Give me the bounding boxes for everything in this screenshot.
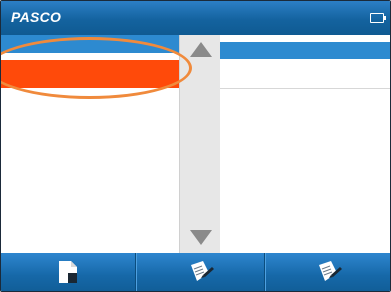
title-bar: PASCO	[1, 1, 390, 35]
toolbar-button-edit-2[interactable]	[265, 253, 390, 291]
list-header	[1, 35, 179, 53]
file-edit-icon	[313, 259, 343, 285]
triangle-down-icon[interactable]	[190, 230, 212, 245]
content-panel	[220, 35, 390, 253]
file-edit-icon	[185, 259, 215, 285]
list-panel	[1, 35, 180, 253]
list-item-selected[interactable]	[1, 60, 179, 88]
device-screen: PASCO	[0, 0, 391, 292]
document-icon	[56, 259, 80, 285]
bottom-toolbar	[1, 253, 390, 291]
content-row-divider	[220, 88, 390, 89]
toolbar-button-document[interactable]	[1, 253, 135, 291]
battery-icon	[370, 13, 386, 23]
brand-logo: PASCO	[11, 9, 62, 25]
scrollbar[interactable]	[180, 35, 220, 253]
triangle-up-icon[interactable]	[190, 42, 212, 57]
toolbar-button-edit-1[interactable]	[136, 253, 264, 291]
content-header	[220, 42, 390, 59]
